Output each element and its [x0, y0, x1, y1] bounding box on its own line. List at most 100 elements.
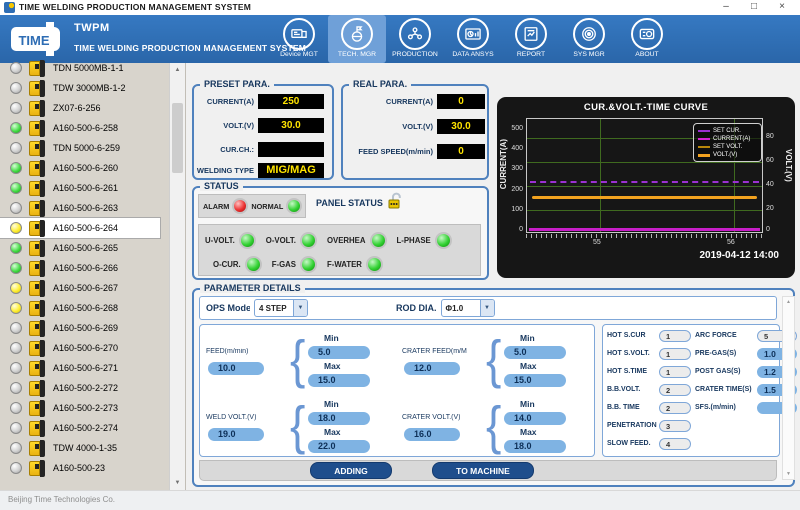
- device-list-item[interactable]: A160-500-6-260: [0, 158, 168, 178]
- nav-tech-mgr[interactable]: TECH. MGR: [328, 15, 386, 63]
- device-list-item[interactable]: A160-500-6-271: [0, 358, 168, 378]
- device-list-item[interactable]: A160-500-6-263: [0, 198, 168, 218]
- welding-machine-icon: [29, 200, 46, 217]
- scroll-up-icon[interactable]: ▲: [170, 63, 185, 77]
- device-list-item[interactable]: A160-500-6-269: [0, 318, 168, 338]
- crater-volt-min-field[interactable]: 14.0: [504, 412, 566, 425]
- brace-decoration: {: [486, 326, 501, 393]
- brace-decoration: {: [290, 326, 305, 393]
- weld-volt-value-field[interactable]: 19.0: [208, 428, 264, 441]
- device-list-item[interactable]: A160-500-6-270: [0, 338, 168, 358]
- chevron-down-icon[interactable]: ▼: [293, 300, 307, 316]
- arc-force-label: ARC FORCE: [695, 330, 757, 342]
- scroll-down-icon[interactable]: ▼: [783, 469, 794, 479]
- device-list-item[interactable]: A160-500-2-272: [0, 378, 168, 398]
- nav-device-mgt[interactable]: Device MGT: [270, 15, 328, 63]
- crater-volt-value-field[interactable]: 16.0: [404, 428, 460, 441]
- chevron-down-icon[interactable]: ▼: [480, 300, 494, 316]
- feed-max-field[interactable]: 15.0: [308, 374, 370, 387]
- device-status-dot: [10, 262, 22, 274]
- parameter-details-title: PARAMETER DETAILS: [200, 283, 305, 293]
- hot-s-volt-field[interactable]: 1: [659, 348, 691, 360]
- adding-button[interactable]: ADDING: [310, 462, 392, 479]
- device-status-dot: [10, 142, 22, 154]
- device-name: A160-500-6-261: [53, 183, 118, 193]
- indicator-label: OVERHEA: [327, 236, 366, 245]
- device-list-item[interactable]: TDW 4000-1-35: [0, 438, 168, 458]
- device-list: TDN 5000MB-1-1 TDW 3000MB-1-2 ZX07-6-256…: [0, 58, 168, 478]
- slow-feed-field[interactable]: 4: [659, 438, 691, 450]
- device-list-item[interactable]: A160-500-23: [0, 458, 168, 478]
- nav-about[interactable]: ABOUT: [618, 15, 676, 63]
- weld-volt-min-field[interactable]: 18.0: [308, 412, 370, 425]
- y-tick: 40: [766, 181, 782, 188]
- device-list-item-selected[interactable]: A160-500-6-264: [0, 218, 160, 238]
- bb-time-field[interactable]: 2: [659, 402, 691, 414]
- device-list-item[interactable]: A160-500-2-273: [0, 398, 168, 418]
- device-list-item[interactable]: A160-500-6-266: [0, 258, 168, 278]
- set-volt-swatch: [698, 146, 710, 148]
- welding-machine-icon: [29, 220, 46, 237]
- device-list-item[interactable]: TDN 5000MB-1-1: [0, 58, 168, 78]
- hot-s-cur-field[interactable]: 1: [659, 330, 691, 342]
- y-tick: 60: [766, 157, 782, 164]
- feed-value-field[interactable]: 10.0: [208, 362, 264, 375]
- nav-production[interactable]: PRODUCTION: [386, 15, 444, 63]
- device-list-item[interactable]: TDN 5000-6-259: [0, 138, 168, 158]
- rod-dia-select[interactable]: Φ1.0 ▼: [441, 299, 495, 317]
- device-list-item[interactable]: A160-500-6-267: [0, 278, 168, 298]
- real-volt-value: 30.0: [437, 119, 485, 134]
- device-list-item[interactable]: A160-500-2-274: [0, 418, 168, 438]
- cur-volt-time-chart: CUR.&VOLT.-TIME CURVE CURRENT(A) VOLT.(V…: [497, 97, 795, 278]
- preset-parameters-panel: PRESET PARA. CURRENT(A)250 VOLT.(V)30.0 …: [192, 84, 334, 180]
- device-list-item[interactable]: A160-500-6-268: [0, 298, 168, 318]
- close-button[interactable]: ×: [768, 0, 796, 15]
- scroll-down-icon[interactable]: ▼: [170, 476, 185, 490]
- legend-label: VOLT.(V): [713, 152, 737, 158]
- preset-current-label: CURRENT(A): [196, 97, 254, 106]
- crater-feed-min-field[interactable]: 5.0: [504, 346, 566, 359]
- crater-volt-max-field[interactable]: 18.0: [504, 440, 566, 453]
- normal-led: [286, 198, 302, 214]
- crater-feed-max-field[interactable]: 15.0: [504, 374, 566, 387]
- nav-data-ansys[interactable]: DATA ANSYS: [444, 15, 502, 63]
- feed-min-field[interactable]: 5.0: [308, 346, 370, 359]
- device-list-item[interactable]: A160-500-6-265: [0, 238, 168, 258]
- weld-volt-max-field[interactable]: 22.0: [308, 440, 370, 453]
- device-list-item[interactable]: A160-500-6-261: [0, 178, 168, 198]
- ops-mode-select[interactable]: 4 STEP ▼: [254, 299, 308, 317]
- current-line: [529, 228, 760, 231]
- device-name: TDN 5000MB-1-1: [53, 63, 124, 73]
- hot-s-time-field[interactable]: 1: [659, 366, 691, 378]
- crater-feed-value-field[interactable]: 12.0: [404, 362, 460, 375]
- device-list-item[interactable]: A160-500-6-258: [0, 118, 168, 138]
- y-tick: 100: [503, 206, 523, 213]
- nav-label: REPORT: [502, 51, 560, 58]
- scroll-up-icon[interactable]: ▲: [783, 297, 794, 307]
- device-status-dot: [10, 202, 22, 214]
- nav-sys-mgr[interactable]: SYS MGR: [560, 15, 618, 63]
- device-list-item[interactable]: ZX07-6-256: [0, 98, 168, 118]
- minimize-button[interactable]: –: [712, 0, 740, 15]
- nav-report[interactable]: REPORT: [502, 15, 560, 63]
- volt-swatch: [698, 154, 710, 157]
- to-machine-button[interactable]: TO MACHINE: [432, 462, 534, 479]
- device-list-item[interactable]: TDW 3000MB-1-2: [0, 78, 168, 98]
- maximize-button[interactable]: □: [740, 0, 768, 15]
- alarm-led: [232, 198, 248, 214]
- scroll-thumb[interactable]: [172, 103, 183, 173]
- welding-machine-icon: [29, 80, 46, 97]
- device-status-dot: [10, 442, 22, 454]
- welding-machine-icon: [29, 340, 46, 357]
- max-label: Max: [324, 427, 341, 437]
- sidebar-scrollbar[interactable]: ▲ ▼: [169, 63, 185, 490]
- set-current-line: [530, 181, 759, 183]
- params-scrollbar[interactable]: ▲ ▼: [782, 296, 795, 480]
- preset-curch-value: [258, 142, 324, 157]
- welding-machine-icon: [29, 320, 46, 337]
- main-nav: Device MGT TECH. MGR PRODUCTION: [270, 15, 676, 63]
- bb-volt-field[interactable]: 2: [659, 384, 691, 396]
- y-tick: 300: [503, 165, 523, 172]
- logo-text: TIME: [18, 33, 49, 48]
- penetration-field[interactable]: 3: [659, 420, 691, 432]
